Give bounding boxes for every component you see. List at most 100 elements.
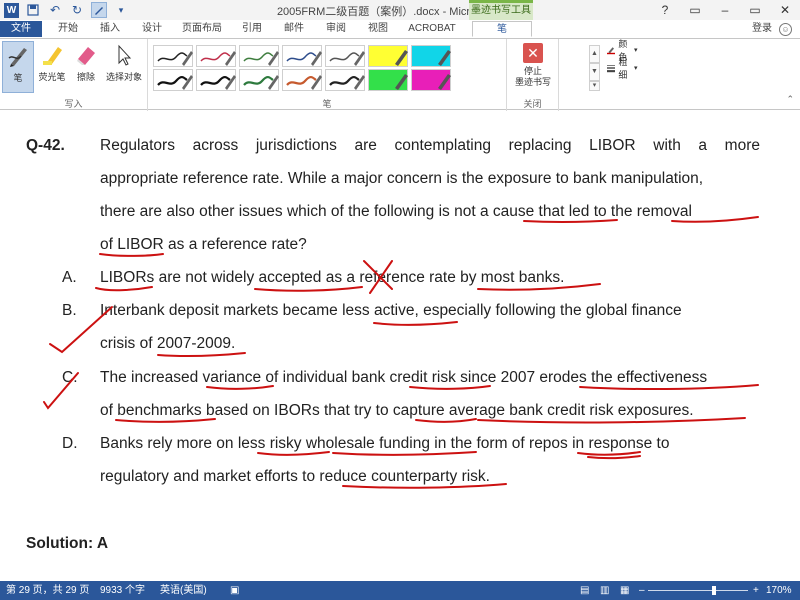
question-line-3: there are also other issues which of the… — [100, 203, 692, 220]
login-link[interactable]: 登录 — [752, 21, 772, 37]
tab-page-layout[interactable]: 页面布局 — [178, 21, 226, 37]
pen-swatch-6[interactable] — [368, 45, 408, 67]
write-group-label: 写入 — [64, 99, 83, 109]
option-c-line-1: The increased variance of individual ban… — [100, 369, 708, 386]
stop-inking-label-1: 停止 — [523, 66, 542, 76]
pen-swatch-3[interactable] — [239, 45, 279, 67]
pen-swatch-7[interactable] — [411, 45, 451, 67]
option-d-letter: D. — [62, 435, 78, 452]
document-page[interactable]: Q-42. Regulators across jurisdictions ar… — [0, 111, 800, 581]
pen-color-icon — [607, 47, 616, 55]
write-group: 笔 荧光笔 擦除 选择对象 写入 — [0, 39, 148, 111]
pen-swatch-13[interactable] — [368, 69, 408, 91]
pen-swatch-14[interactable] — [411, 69, 451, 91]
tab-references[interactable]: 引用 — [236, 21, 268, 37]
option-d-line-1: Banks rely more on less risky wholesale … — [100, 435, 670, 452]
eraser-button[interactable]: 擦除 — [70, 41, 102, 93]
ink-underline-2007-2009 — [157, 352, 246, 358]
cursor-icon — [118, 44, 132, 66]
select-objects-label: 选择对象 — [105, 72, 142, 82]
pen-swatch-5[interactable] — [325, 45, 365, 67]
ink-underline-of-libor — [99, 253, 164, 257]
help-icon[interactable]: ? — [650, 0, 680, 20]
zoom-slider-thumb[interactable] — [712, 586, 716, 595]
solution-text: Solution: A — [26, 535, 109, 552]
zoom-level[interactable]: 170% — [766, 581, 792, 600]
stop-inking-icon: ✕ — [523, 43, 543, 63]
highlighter-button[interactable]: 荧光笔 — [36, 41, 68, 93]
zoom-slider[interactable] — [648, 590, 748, 591]
tab-acrobat[interactable]: ACROBAT — [402, 21, 462, 37]
tab-pens[interactable]: 笔 — [472, 21, 532, 37]
tab-view[interactable]: 视图 — [362, 21, 394, 37]
highlighter-button-label: 荧光笔 — [38, 72, 66, 82]
pen-swatch-8[interactable] — [153, 69, 193, 91]
question-line-2: appropriate reference rate. While a majo… — [100, 170, 704, 187]
word-count[interactable]: 9933 个字 — [100, 581, 145, 600]
stop-inking-label-2: 墨迹书写 — [514, 77, 551, 87]
tab-insert[interactable]: 插入 — [94, 21, 126, 37]
pen-swatch-4[interactable] — [282, 45, 322, 67]
ink-underline-less-active — [373, 321, 458, 326]
smiley-icon[interactable]: ☺ — [779, 23, 792, 36]
read-mode-icon[interactable]: ▤ — [580, 581, 589, 600]
tab-design[interactable]: 设计 — [136, 21, 168, 37]
weight-label: 粗细 — [618, 57, 628, 80]
option-c-letter: C. — [62, 369, 78, 386]
collapse-ribbon-icon[interactable]: ⌃ — [786, 94, 794, 105]
option-a-line-1: LIBORs are not widely accepted as a refe… — [100, 269, 565, 286]
gallery-up-icon[interactable]: ▲ — [589, 45, 600, 63]
tab-mailings[interactable]: 邮件 — [278, 21, 310, 37]
ribbon-display-icon[interactable]: ▭ — [680, 0, 710, 20]
ink-underline-widely-accepted — [254, 286, 363, 292]
eraser-button-label: 擦除 — [76, 72, 95, 82]
tab-home[interactable]: 开始 — [52, 21, 84, 37]
tab-file[interactable]: 文件 — [0, 21, 42, 37]
weight-button[interactable]: 粗细 ▾ — [607, 57, 638, 80]
question-line-4: of LIBOR as a reference rate? — [100, 236, 307, 253]
ink-underline-libors — [95, 286, 153, 292]
eraser-icon — [77, 47, 95, 65]
pen-button[interactable]: 笔 — [2, 41, 34, 93]
color-dropdown-icon: ▾ — [634, 47, 638, 54]
gallery-down-icon[interactable]: ▼ — [589, 63, 600, 81]
highlighter-icon — [43, 47, 62, 65]
window-controls: ? ▭ – ▭ ✕ — [650, 0, 800, 20]
pens-group: ▲ ▼ ▾ 颜色 ▾ 粗细 ▾ 笔 — [148, 39, 638, 111]
pen-button-label: 笔 — [13, 73, 23, 83]
pen-swatch-1[interactable] — [153, 45, 193, 67]
select-objects-button[interactable]: 选择对象 — [104, 41, 144, 93]
tab-review[interactable]: 审阅 — [320, 21, 352, 37]
option-c-line-2: of benchmarks based on IBORs that try to… — [100, 402, 694, 419]
status-bar: 第 29 页，共 29 页 9933 个字 英语(美国) ▣ ▤ ▥ ▦ – +… — [0, 581, 800, 600]
gallery-more-icon[interactable]: ▾ — [589, 81, 600, 91]
option-d-line-2: regulatory and market efforts to reduce … — [100, 468, 490, 485]
close-icon[interactable]: ✕ — [770, 0, 800, 20]
question-number: Q-42. — [26, 137, 65, 154]
pen-swatch-10[interactable] — [239, 69, 279, 91]
stop-inking-button[interactable]: ✕ 停止 墨迹书写 — [513, 43, 553, 88]
option-a-letter: A. — [62, 269, 77, 286]
ribbon-tabs: 文件 开始 插入 设计 页面布局 引用 邮件 审阅 视图 ACROBAT 笔 登… — [0, 20, 800, 38]
title-bar: W ↶ ↻ ▾ 2005FRM二级百题（案例）.docx - Microsoft… — [0, 0, 800, 20]
line-weight-icon — [607, 65, 616, 73]
zoom-out-button[interactable]: – — [639, 581, 645, 600]
option-b-line-2: crisis of 2007-2009. — [100, 335, 236, 352]
restore-icon[interactable]: ▭ — [740, 0, 770, 20]
pen-swatch-11[interactable] — [282, 69, 322, 91]
option-b-line-1: Interbank deposit markets became less ac… — [100, 302, 682, 319]
pens-group-label: 笔 — [322, 99, 332, 109]
web-layout-icon[interactable]: ▦ — [620, 581, 629, 600]
print-layout-icon[interactable]: ▥ — [600, 581, 609, 600]
question-line-1: Regulators across jurisdictions are cont… — [100, 137, 760, 154]
zoom-in-button[interactable]: + — [753, 581, 759, 600]
minimize-icon[interactable]: – — [710, 0, 740, 20]
option-b-letter: B. — [62, 302, 77, 319]
page-count[interactable]: 第 29 页，共 29 页 — [6, 581, 89, 600]
pen-swatch-12[interactable] — [325, 69, 365, 91]
pen-swatch-2[interactable] — [196, 45, 236, 67]
proofing-icon[interactable]: ▣ — [230, 581, 239, 600]
language-indicator[interactable]: 英语(美国) — [160, 581, 207, 600]
pen-swatch-9[interactable] — [196, 69, 236, 91]
close-group: ✕ 停止 墨迹书写 关闭 — [507, 39, 559, 111]
